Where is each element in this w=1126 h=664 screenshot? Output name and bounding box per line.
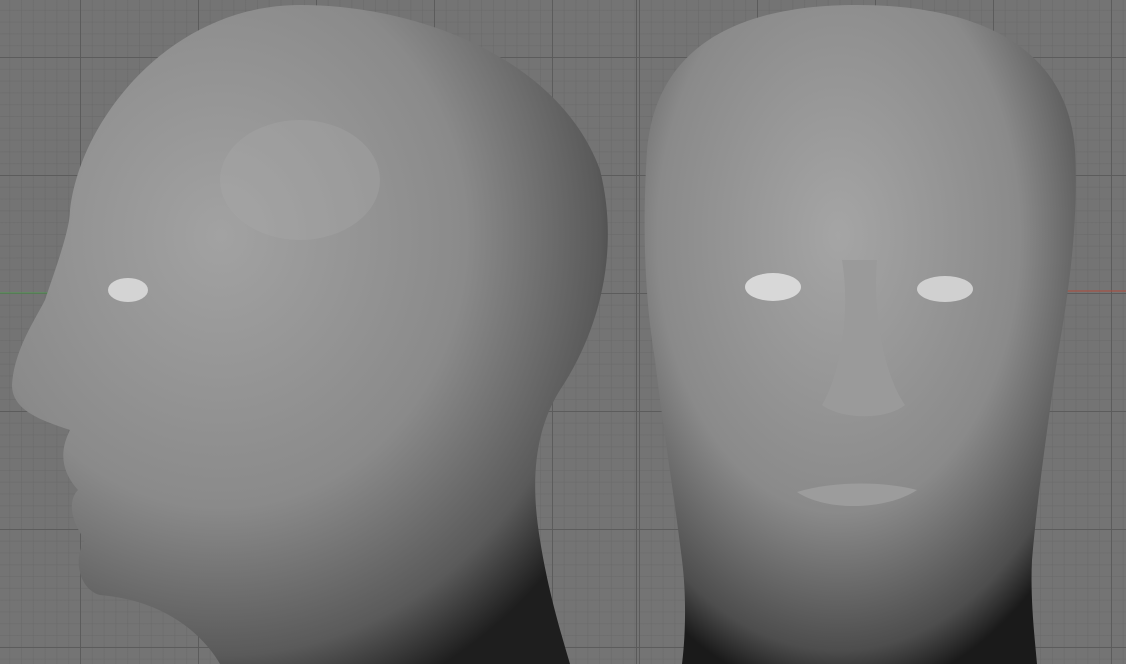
side-head-mesh	[12, 5, 608, 664]
front-head-model[interactable]	[637, 0, 1126, 664]
front-view-viewport[interactable]	[637, 0, 1126, 664]
highlight	[220, 120, 380, 240]
side-view-viewport[interactable]	[0, 0, 636, 664]
eye-socket	[108, 278, 148, 302]
left-eye-socket	[745, 273, 801, 301]
right-eye-socket	[917, 276, 973, 302]
side-head-model[interactable]	[0, 0, 636, 664]
